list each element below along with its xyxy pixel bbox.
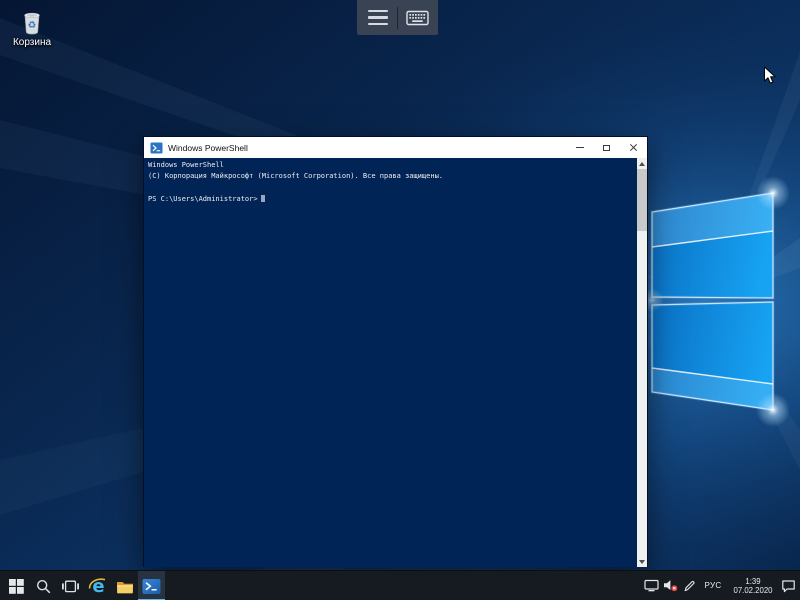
powershell-window: Windows PowerShell Windows PowerShell (C… [143, 136, 648, 567]
keyboard-button[interactable] [398, 0, 436, 35]
action-center-button[interactable] [780, 571, 797, 600]
desktop: ♻ Корзина Win [0, 0, 800, 600]
console-prompt-line: PS C:\Users\Administrator> [148, 194, 633, 205]
keyboard-icon [406, 10, 429, 26]
scrollbar-thumb[interactable] [637, 169, 647, 231]
volume-muted-icon [663, 579, 678, 592]
console-scrollbar[interactable] [637, 158, 647, 567]
scroll-up-icon [639, 162, 645, 166]
console-line: (C) Корпорация Майкрософт (Microsoft Cor… [148, 171, 633, 182]
windows-start-icon [9, 579, 24, 594]
scroll-up-button[interactable] [637, 158, 647, 169]
window-title: Windows PowerShell [168, 143, 566, 153]
window-titlebar[interactable]: Windows PowerShell [144, 137, 647, 158]
menu-button[interactable] [359, 0, 397, 35]
console-output[interactable]: Windows PowerShell (C) Корпорация Майкро… [144, 158, 647, 567]
hamburger-menu-icon [368, 10, 388, 25]
scroll-down-button[interactable] [637, 556, 647, 567]
recycle-bin-label: Корзина [13, 37, 51, 48]
close-button[interactable] [620, 137, 647, 158]
network-tray-button[interactable] [643, 571, 660, 600]
clock[interactable]: 1:39 07.02.2020 [728, 571, 778, 600]
search-button[interactable] [30, 571, 57, 600]
clock-date: 07.02.2020 [733, 586, 772, 595]
console-cursor [261, 195, 265, 202]
console-line [148, 183, 633, 194]
scroll-down-icon [639, 560, 645, 564]
pen-icon [683, 579, 696, 592]
clock-time: 1:39 [745, 577, 760, 586]
powershell-icon [150, 142, 163, 154]
file-explorer-button[interactable] [111, 571, 138, 600]
svg-text:♻: ♻ [28, 20, 37, 31]
window-controls [566, 137, 647, 158]
vm-console-toolbar [357, 0, 438, 35]
task-view-icon [62, 580, 79, 593]
minimize-button[interactable] [566, 137, 593, 158]
internet-explorer-button[interactable]: e [84, 571, 111, 600]
powershell-taskbar-button[interactable] [138, 571, 165, 600]
console-prompt: PS C:\Users\Administrator> [148, 195, 258, 203]
system-tray: РУС 1:39 07.02.2020 [643, 571, 800, 600]
recycle-bin-icon: ♻ [17, 6, 47, 36]
action-center-icon [781, 579, 796, 593]
network-icon [644, 579, 659, 592]
internet-explorer-icon: e [88, 576, 108, 596]
folder-icon [116, 579, 134, 594]
start-button[interactable] [3, 571, 30, 600]
pen-tray-button[interactable] [681, 571, 698, 600]
search-icon [36, 579, 51, 594]
mouse-cursor [763, 66, 777, 86]
language-indicator[interactable]: РУС [700, 571, 726, 600]
volume-tray-button[interactable] [662, 571, 679, 600]
console-line: Windows PowerShell [148, 160, 633, 171]
close-icon [629, 143, 638, 152]
maximize-button[interactable] [593, 137, 620, 158]
maximize-icon [603, 145, 610, 151]
minimize-icon [576, 147, 584, 148]
recycle-bin[interactable]: ♻ Корзина [2, 6, 62, 48]
powershell-icon [142, 578, 161, 595]
taskbar: e [0, 570, 800, 600]
task-view-button[interactable] [57, 571, 84, 600]
